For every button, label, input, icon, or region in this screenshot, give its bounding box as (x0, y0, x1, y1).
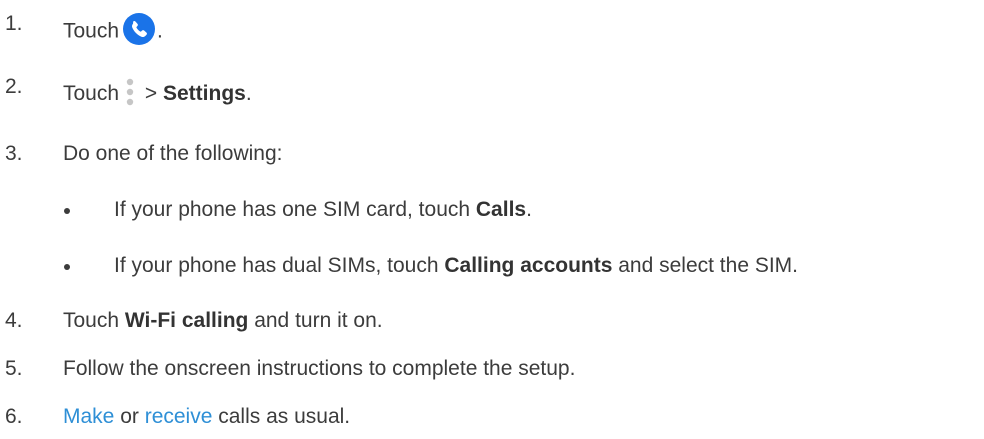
step-number: 2. (5, 75, 23, 98)
sub-step-text: If your phone has one SIM card, touch Ca… (114, 198, 532, 221)
step-text: Do one of the following: (63, 142, 283, 165)
phone-app-icon (123, 13, 156, 45)
more-options-icon (126, 79, 134, 106)
step-text: Touch . (63, 13, 163, 46)
step-text: Touch Wi-Fi calling and turn it on. (63, 309, 383, 332)
receive-calls-link[interactable]: receive (145, 405, 213, 428)
step-text: Touch > Settings. (63, 79, 252, 107)
bullet-icon (64, 208, 70, 214)
step-number: 3. (5, 142, 23, 165)
make-calls-link[interactable]: Make (63, 405, 114, 428)
step-number: 6. (5, 405, 23, 428)
sub-step-text: If your phone has dual SIMs, touch Calli… (114, 254, 799, 277)
bullet-icon (64, 264, 70, 270)
step-text: Follow the onscreen instructions to comp… (63, 357, 576, 380)
step-text: Make or receive calls as usual. (63, 405, 351, 428)
step-number: 4. (5, 309, 23, 332)
step-number: 1. (5, 12, 23, 35)
step-number: 5. (5, 357, 23, 380)
